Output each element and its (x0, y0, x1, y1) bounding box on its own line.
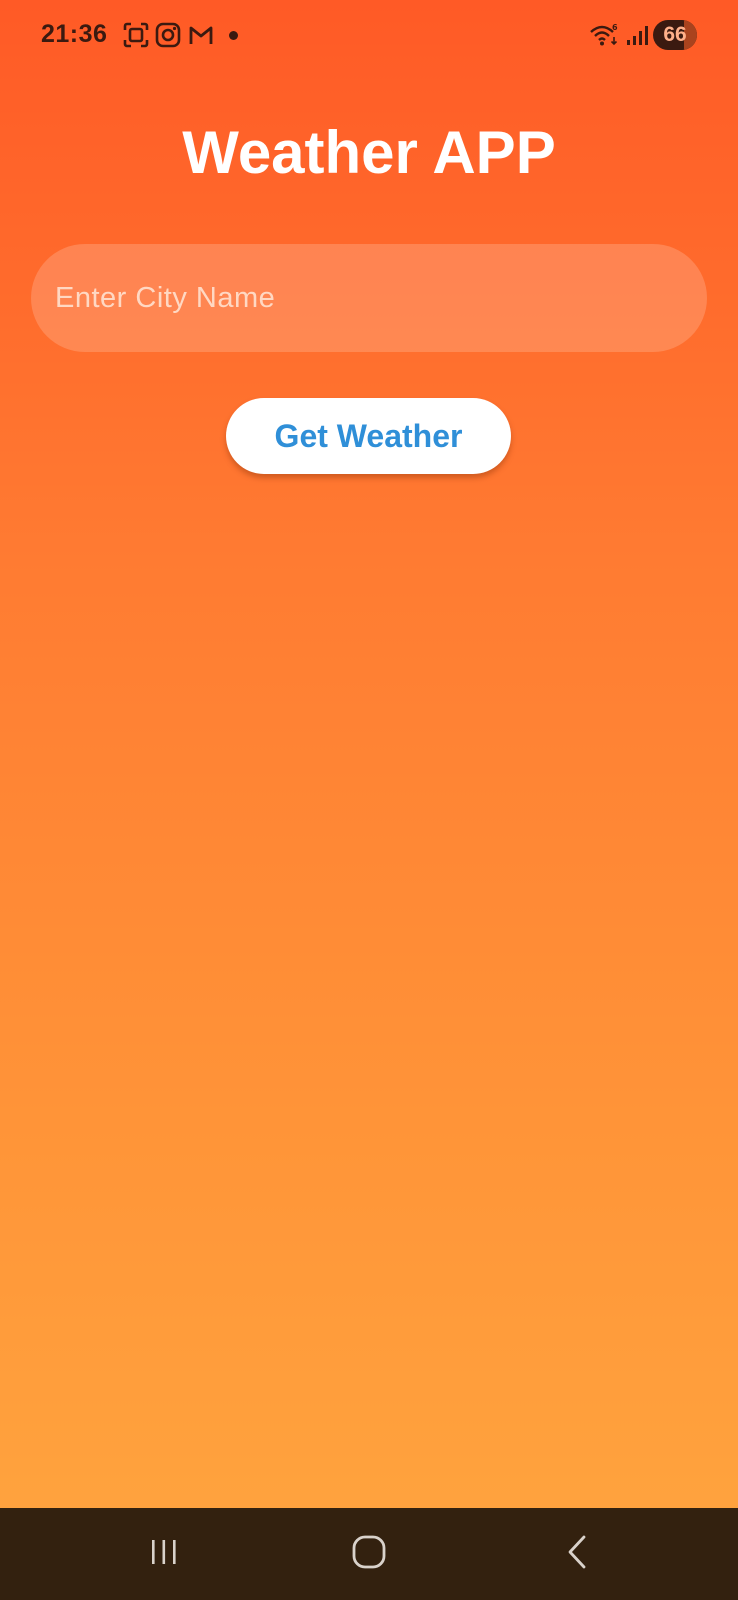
battery-icon: 66 (653, 20, 697, 50)
svg-text:6: 6 (612, 23, 618, 32)
get-weather-button[interactable]: Get Weather (226, 398, 511, 474)
signal-icon (624, 22, 650, 48)
notification-dot (229, 31, 238, 40)
home-icon (351, 1534, 387, 1575)
page-title: Weather APP (182, 119, 556, 186)
status-bar: 21:36 6 66 (0, 0, 738, 70)
instagram-icon (155, 22, 181, 48)
recent-apps-icon (147, 1537, 181, 1572)
battery-level: 66 (663, 23, 687, 46)
wifi-icon: 6 (588, 22, 620, 48)
gmail-icon (188, 22, 214, 48)
back-icon (562, 1534, 592, 1575)
system-navigation-bar (0, 1508, 738, 1600)
home-button[interactable] (339, 1528, 399, 1580)
status-time: 21:36 (41, 20, 108, 48)
screenshot-icon (123, 22, 149, 48)
back-button[interactable] (547, 1528, 607, 1580)
weather-app-screen: 21:36 6 66 Weather APP Enter City Name G… (0, 0, 738, 1600)
recent-apps-button[interactable] (134, 1528, 194, 1580)
city-search-input[interactable] (31, 244, 707, 352)
